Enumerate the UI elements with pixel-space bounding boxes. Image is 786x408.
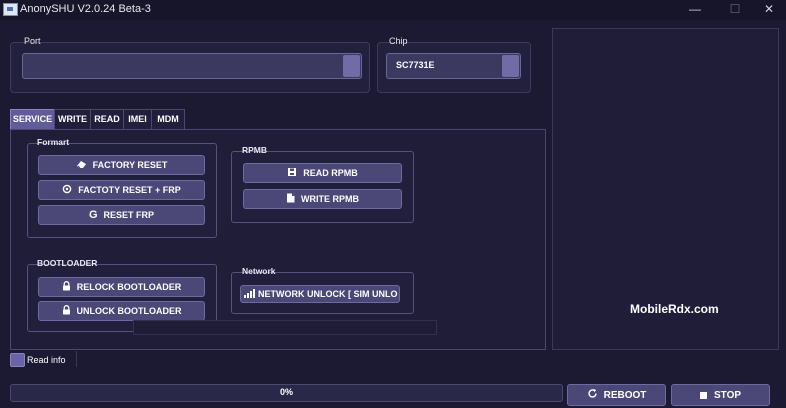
tab-read[interactable]: READ bbox=[90, 109, 124, 130]
factory-reset-label: FACTORY RESET bbox=[92, 160, 168, 170]
read-rpmb-button[interactable]: READ RPMB bbox=[243, 163, 402, 183]
google-icon: G bbox=[88, 209, 98, 221]
chip-dropdown-arrow[interactable] bbox=[502, 55, 519, 77]
rpmb-group bbox=[231, 151, 414, 223]
divider bbox=[76, 351, 77, 367]
read-info-checkbox[interactable] bbox=[10, 353, 25, 367]
stop-button[interactable]: STOP bbox=[671, 384, 770, 406]
tab-service[interactable]: SERVICE bbox=[10, 109, 55, 130]
read-info-label: Read info bbox=[27, 355, 66, 365]
save-icon bbox=[287, 167, 297, 179]
tab-write[interactable]: WRITE bbox=[54, 109, 91, 130]
formart-label: Formart bbox=[37, 137, 70, 147]
reboot-label: REBOOT bbox=[603, 389, 647, 401]
read-rpmb-label: READ RPMB bbox=[303, 168, 358, 178]
title-bar: AnonySHU V2.0.24 Beta-3 — ☐ ✕ bbox=[0, 0, 786, 20]
relock-bootloader-button[interactable]: RELOCK BOOTLOADER bbox=[38, 277, 205, 297]
reset-icon bbox=[62, 184, 72, 196]
network-unlock-label: NETWORK UNLOCK [ SIM UNLO bbox=[258, 289, 398, 299]
window-title: AnonySHU V2.0.24 Beta-3 bbox=[20, 3, 151, 15]
port-label: Port bbox=[24, 36, 41, 46]
app-icon bbox=[3, 3, 18, 16]
minimize-button[interactable]: — bbox=[678, 0, 712, 20]
reset-frp-button[interactable]: G RESET FRP bbox=[38, 205, 205, 225]
chip-label: Chip bbox=[389, 36, 408, 46]
maximize-button[interactable]: ☐ bbox=[718, 0, 752, 20]
chip-value: SC7731E bbox=[396, 60, 435, 70]
write-rpmb-label: WRITE RPMB bbox=[301, 194, 359, 204]
lock-icon bbox=[62, 305, 71, 317]
lock-icon bbox=[62, 281, 71, 293]
chip-select[interactable]: SC7731E bbox=[386, 53, 521, 79]
relock-bootloader-label: RELOCK BOOTLOADER bbox=[76, 282, 182, 292]
progress-bar: 0% bbox=[10, 384, 563, 402]
progress-text: 0% bbox=[279, 387, 293, 397]
stop-icon bbox=[699, 391, 707, 399]
close-button[interactable]: ✕ bbox=[752, 0, 786, 20]
reboot-button[interactable]: REBOOT bbox=[567, 384, 666, 406]
file-icon bbox=[286, 193, 295, 205]
write-rpmb-button[interactable]: WRITE RPMB bbox=[243, 189, 402, 209]
stop-label: STOP bbox=[713, 389, 742, 401]
unlock-bootloader-button[interactable]: UNLOCK BOOTLOADER bbox=[38, 301, 205, 321]
signal-icon bbox=[244, 288, 255, 300]
port-select[interactable] bbox=[22, 53, 362, 79]
reset-frp-label: RESET FRP bbox=[103, 210, 155, 220]
tab-imei[interactable]: IMEI bbox=[123, 109, 152, 130]
rpmb-label: RPMB bbox=[242, 145, 268, 155]
unlock-bootloader-label: UNLOCK BOOTLOADER bbox=[76, 306, 182, 316]
port-dropdown-arrow[interactable] bbox=[343, 55, 360, 77]
eraser-icon bbox=[76, 160, 87, 171]
factory-reset-frp-label: FACTOTY RESET + FRP bbox=[78, 185, 181, 195]
tab-mdm[interactable]: MDM bbox=[151, 109, 185, 130]
network-unlock-button[interactable]: NETWORK UNLOCK [ SIM UNLO bbox=[240, 285, 400, 303]
refresh-icon bbox=[587, 388, 598, 402]
network-label: Network bbox=[242, 266, 276, 276]
factory-reset-button[interactable]: FACTORY RESET bbox=[38, 155, 205, 175]
info-field bbox=[133, 320, 437, 335]
bootloader-label: BOOTLOADER bbox=[37, 258, 98, 268]
factory-reset-frp-button[interactable]: FACTOTY RESET + FRP bbox=[38, 180, 205, 200]
watermark-text: MobileRdx.com bbox=[630, 302, 719, 316]
